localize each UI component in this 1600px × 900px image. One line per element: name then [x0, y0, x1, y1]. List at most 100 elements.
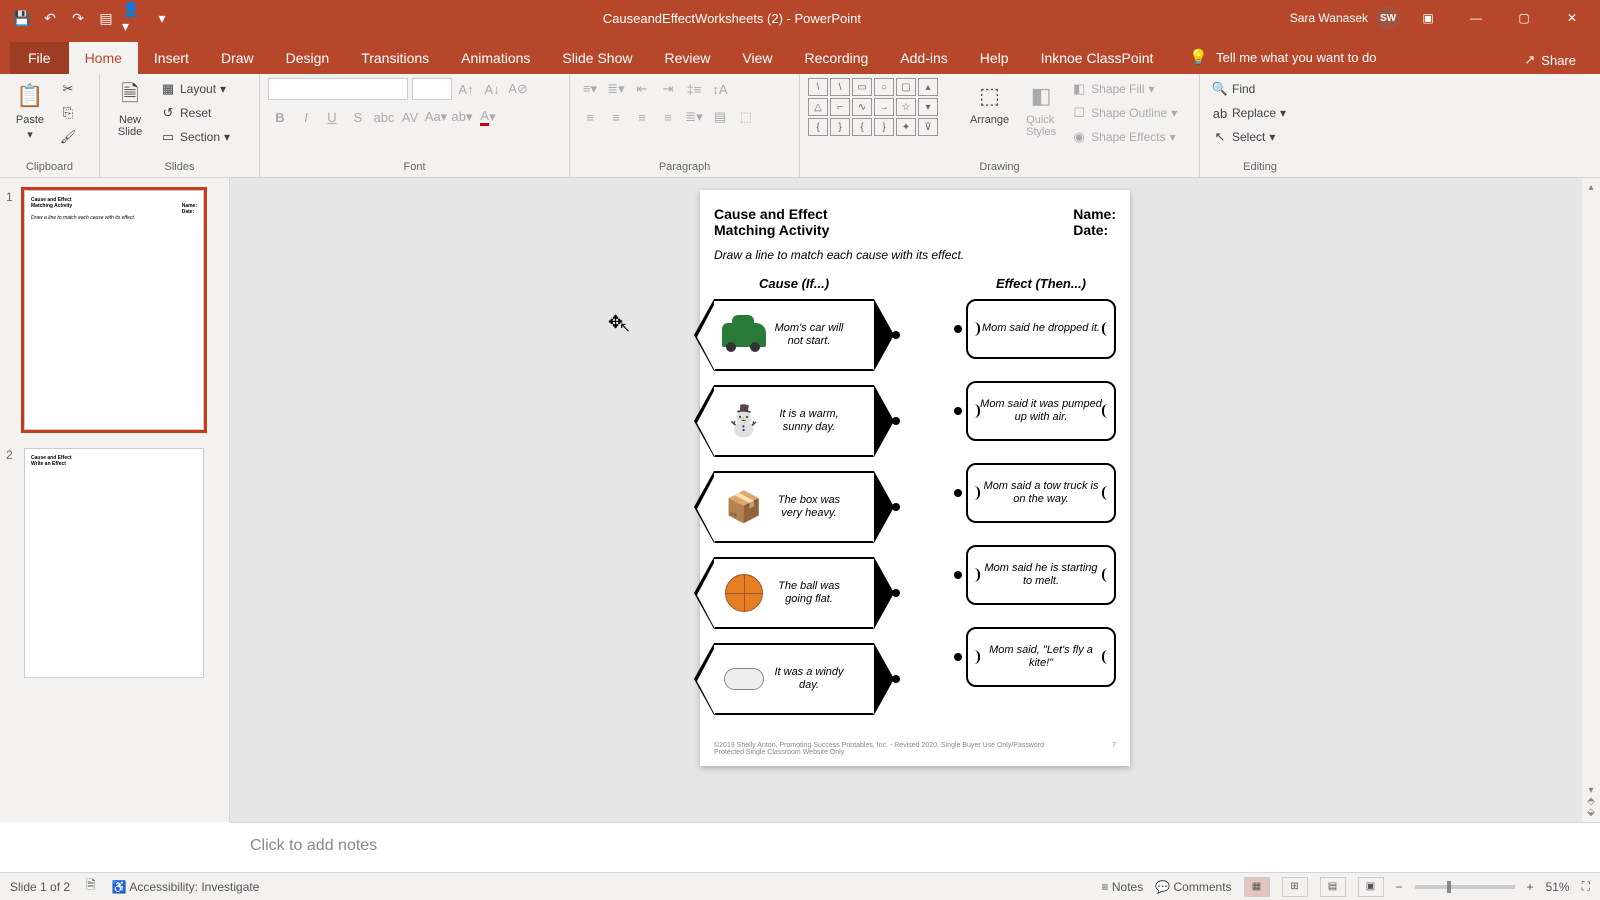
highlight-button[interactable]: ab▾: [450, 106, 474, 128]
tab-slideshow[interactable]: Slide Show: [546, 42, 648, 74]
tab-help[interactable]: Help: [964, 42, 1025, 74]
notes-indicator-icon[interactable]: 🗎: [86, 876, 96, 897]
scroll-up-icon[interactable]: ▴: [1588, 182, 1593, 193]
section-button[interactable]: ▭Section ▾: [156, 126, 234, 148]
new-slide-button[interactable]: 🗎 New Slide: [108, 78, 152, 140]
shape-effects-button[interactable]: ◉Shape Effects ▾: [1067, 126, 1181, 148]
slideshow-view-icon[interactable]: ▣: [1358, 877, 1384, 897]
align-left-button[interactable]: ≡: [578, 106, 602, 128]
tell-me-search[interactable]: 💡 Tell me what you want to do: [1189, 40, 1376, 74]
tab-animations[interactable]: Animations: [445, 42, 546, 74]
shape-brace3-icon[interactable]: {: [852, 118, 872, 136]
format-painter-button[interactable]: 🖌: [56, 126, 80, 148]
tab-draw[interactable]: Draw: [205, 42, 270, 74]
comments-toggle[interactable]: 💬 Comments: [1155, 880, 1231, 894]
columns-button[interactable]: ≣▾: [682, 106, 706, 128]
minimize-icon[interactable]: —: [1456, 3, 1496, 33]
font-color-button[interactable]: A▾: [476, 106, 500, 128]
accessibility-checker[interactable]: ♿ Accessibility: Investigate: [112, 880, 260, 894]
align-center-button[interactable]: ≡: [604, 106, 628, 128]
shape-more2-icon[interactable]: ▾: [918, 98, 938, 116]
redo-icon[interactable]: ↷: [66, 6, 90, 30]
user-name[interactable]: Sara Wanasek: [1290, 11, 1368, 25]
shape-arrow-icon[interactable]: →: [874, 98, 894, 116]
smartart-button[interactable]: ⬚: [734, 106, 758, 128]
shape-line2-icon[interactable]: \: [830, 78, 850, 96]
slide-thumbnail-panel[interactable]: 1 Cause and EffectMatching ActivityName:…: [0, 178, 230, 822]
scroll-down-icon[interactable]: ▾: [1588, 785, 1593, 796]
zoom-slider[interactable]: [1415, 885, 1515, 889]
align-text-button[interactable]: ▤: [708, 106, 732, 128]
italic-button[interactable]: I: [294, 106, 318, 128]
vertical-scrollbar[interactable]: ▴ ▾ ⬘ ⬙: [1582, 178, 1600, 822]
shape-more3-icon[interactable]: ⊽: [918, 118, 938, 136]
underline-button[interactable]: U: [320, 106, 344, 128]
increase-indent-button[interactable]: ⇥: [656, 78, 680, 100]
zoom-out-icon[interactable]: −: [1396, 880, 1403, 894]
shape-more-icon[interactable]: ▴: [918, 78, 938, 96]
sorter-view-icon[interactable]: ⊞: [1282, 877, 1308, 897]
quick-styles-button[interactable]: ◧ Quick Styles: [1019, 78, 1063, 140]
decrease-indent-button[interactable]: ⇤: [630, 78, 654, 100]
prev-slide-icon[interactable]: ⬘: [1587, 796, 1595, 807]
bullets-button[interactable]: ≡▾: [578, 78, 602, 100]
tab-transitions[interactable]: Transitions: [345, 42, 445, 74]
font-size-input[interactable]: [412, 78, 452, 100]
shape-elbow-icon[interactable]: ⌐: [830, 98, 850, 116]
next-slide-icon[interactable]: ⬙: [1587, 807, 1595, 818]
shape-brace2-icon[interactable]: }: [830, 118, 850, 136]
bold-button[interactable]: B: [268, 106, 292, 128]
touch-mode-icon[interactable]: 👤▾: [122, 6, 146, 30]
char-spacing-button[interactable]: AV: [398, 106, 422, 128]
reading-view-icon[interactable]: ▤: [1320, 877, 1346, 897]
increase-font-icon[interactable]: A↑: [454, 78, 478, 100]
shape-outline-button[interactable]: ☐Shape Outline ▾: [1067, 102, 1181, 124]
shape-rect-icon[interactable]: ▭: [852, 78, 872, 96]
reset-button[interactable]: ↺Reset: [156, 102, 234, 124]
ribbon-display-icon[interactable]: ▣: [1408, 3, 1448, 33]
tab-view[interactable]: View: [726, 42, 788, 74]
tab-home[interactable]: Home: [69, 42, 138, 74]
shape-brace4-icon[interactable]: }: [874, 118, 894, 136]
line-spacing-button[interactable]: ‡≡: [682, 78, 706, 100]
tab-insert[interactable]: Insert: [138, 42, 205, 74]
clear-format-icon[interactable]: A⊘: [506, 78, 530, 100]
align-right-button[interactable]: ≡: [630, 106, 654, 128]
justify-button[interactable]: ≡: [656, 106, 680, 128]
zoom-level[interactable]: 51%: [1546, 880, 1570, 894]
thumbnail-1[interactable]: 1 Cause and EffectMatching ActivityName:…: [6, 190, 223, 430]
shape-curve-icon[interactable]: ∿: [852, 98, 872, 116]
text-direction-button[interactable]: ↕A: [708, 78, 732, 100]
fit-to-window-icon[interactable]: ⛶: [1582, 879, 1590, 894]
font-family-input[interactable]: [268, 78, 408, 100]
find-button[interactable]: 🔍Find: [1208, 78, 1290, 100]
arrange-button[interactable]: ⬚ Arrange: [964, 78, 1015, 128]
thumbnail-preview[interactable]: Cause and EffectMatching ActivityName:Da…: [24, 190, 204, 430]
slide-canvas-area[interactable]: Cause and Effect Matching Activity Name:…: [230, 178, 1600, 822]
close-icon[interactable]: ✕: [1552, 3, 1592, 33]
zoom-in-icon[interactable]: +: [1527, 880, 1534, 894]
notes-pane[interactable]: Click to add notes: [230, 822, 1600, 872]
shape-roundrect-icon[interactable]: ▢: [896, 78, 916, 96]
shape-tri-icon[interactable]: △: [808, 98, 828, 116]
share-button[interactable]: ↗ Share: [1514, 46, 1586, 74]
shape-oval-icon[interactable]: ○: [874, 78, 894, 96]
thumbnail-2[interactable]: 2 Cause and EffectWrite an Effect: [6, 448, 223, 678]
maximize-icon[interactable]: ▢: [1504, 3, 1544, 33]
cut-button[interactable]: ✂: [56, 78, 80, 100]
slide-content[interactable]: Cause and Effect Matching Activity Name:…: [700, 190, 1130, 766]
shape-star2-icon[interactable]: ✦: [896, 118, 916, 136]
thumbnail-preview[interactable]: Cause and EffectWrite an Effect: [24, 448, 204, 678]
shadow-button[interactable]: abc: [372, 106, 396, 128]
shape-fill-button[interactable]: ◧Shape Fill ▾: [1067, 78, 1181, 100]
tab-design[interactable]: Design: [270, 42, 346, 74]
tab-classpoint[interactable]: Inknoe ClassPoint: [1025, 42, 1170, 74]
shape-star-icon[interactable]: ☆: [896, 98, 916, 116]
notes-toggle[interactable]: ≡ Notes: [1102, 880, 1144, 894]
normal-view-icon[interactable]: ▦: [1244, 877, 1270, 897]
shape-line-icon[interactable]: \: [808, 78, 828, 96]
tab-recording[interactable]: Recording: [788, 42, 884, 74]
save-icon[interactable]: 💾: [10, 6, 34, 30]
present-icon[interactable]: ▤: [94, 6, 118, 30]
tab-file[interactable]: File: [10, 42, 69, 74]
